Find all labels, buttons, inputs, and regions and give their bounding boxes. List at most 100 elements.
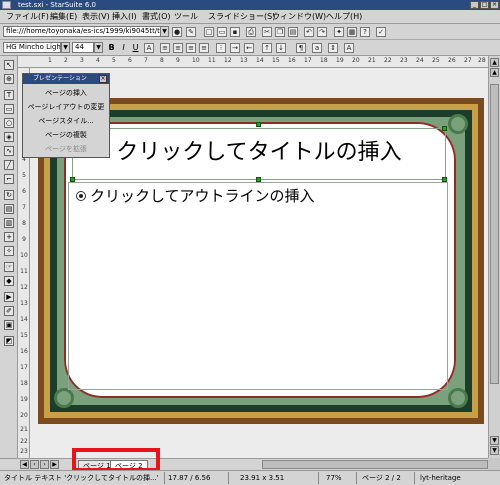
ruler-tick: 24 [416,57,424,64]
connector-tool-icon[interactable]: ⌐ [4,174,14,184]
3d-object-icon[interactable]: ◈ [4,132,14,142]
edit-file-icon[interactable]: ✎ [186,27,196,37]
interaction-icon[interactable]: ☞ [4,262,14,272]
url-dropdown-icon[interactable]: ▼ [160,26,169,37]
highlight-annotation [72,448,160,472]
effects-icon[interactable]: ✧ [4,246,14,256]
redo-icon[interactable]: ↷ [317,27,327,37]
vertical-scrollbar[interactable]: ▲ ▲ ▼ ▼ [488,56,500,458]
last-page-icon[interactable]: ▶ [50,460,59,469]
indent-icon[interactable]: → [230,43,240,53]
scroll-up-icon[interactable]: ▲ [490,68,499,77]
close-icon[interactable]: × [99,75,107,83]
horizontal-ruler[interactable]: 1 2 3 4 5 6 7 8 9 10 11 12 13 14 15 16 1… [18,56,488,68]
ruler-tick: 22 [384,57,392,64]
menu-view[interactable]: 表示(V) [82,10,110,24]
cut-icon[interactable]: ✂ [262,27,272,37]
align-center-icon[interactable]: ≡ [173,43,183,53]
menu-tools[interactable]: ツール [174,10,198,24]
first-page-icon[interactable]: ◀ [20,460,29,469]
eyedropper-icon[interactable]: ✐ [4,306,14,316]
justify-icon[interactable]: ≡ [199,43,209,53]
scroll-thumb[interactable] [490,84,499,384]
open-icon[interactable]: ▭ [217,27,227,37]
select-tool-icon[interactable]: ↖ [4,60,14,70]
maximize-icon[interactable]: □ [480,1,489,9]
curve-tool-icon[interactable]: ∿ [4,146,14,156]
zoom-tool-icon[interactable]: ⊕ [4,74,14,84]
line-tool-icon[interactable]: ╱ [4,160,14,170]
paste-icon[interactable]: ▤ [288,27,298,37]
menu-insert[interactable]: 挿入(I) [112,10,137,24]
menu-file[interactable]: ファイル(F) [6,10,49,24]
slide-title-text[interactable]: クリックしてタイトルの挿入 [72,130,446,176]
bullets-icon[interactable]: ⁝ [216,43,226,53]
ellipse-tool-icon[interactable]: ○ [4,118,14,128]
show-draw-icon[interactable]: ◩ [4,336,14,346]
character-icon[interactable]: a [312,43,322,53]
outline-placeholder[interactable] [68,182,448,390]
bold-button[interactable]: B [106,42,117,53]
3d-effects-icon[interactable]: ◆ [4,276,14,286]
minimize-icon[interactable]: _ [470,1,479,9]
arrange-icon[interactable]: ▥ [4,218,14,228]
menu-edit[interactable]: 編集(E) [50,10,77,24]
horizontal-scrollbar[interactable] [262,460,488,469]
shadow-icon[interactable]: A [144,43,154,53]
modify-layout-item[interactable]: ページレイアウトの変更 [23,100,109,114]
prev-page-icon[interactable]: ‹ [30,460,39,469]
save-icon[interactable]: ▪ [230,27,240,37]
app-icon[interactable] [2,1,11,9]
menu-help[interactable]: ヘルプ(H) [326,10,362,24]
duplicate-page-item[interactable]: ページの複製 [23,128,109,142]
url-field[interactable]: file:///home/toyonaka/es-ics/1999/ki9045… [3,26,161,37]
scroll-down-icon[interactable]: ▼ [490,436,499,445]
undo-icon[interactable]: ↶ [304,27,314,37]
new-doc-icon[interactable]: □ [204,27,214,37]
move-up-icon[interactable]: ↑ [262,43,272,53]
menu-format[interactable]: 書式(O) [142,10,171,24]
paragraph-icon[interactable]: ¶ [296,43,306,53]
ruler-tick: 13 [20,300,28,307]
outdent-icon[interactable]: ← [244,43,254,53]
object-icon[interactable]: ▣ [4,320,14,330]
menu-window[interactable]: ウィンドウ(W) [272,10,326,24]
slide-outline-text[interactable]: クリックしてアウトラインの挿入 [90,185,315,207]
rotate-tool-icon[interactable]: ↻ [4,190,14,200]
insert-page-item[interactable]: ページの挿入 [23,86,109,100]
next-page-icon[interactable]: › [40,460,49,469]
scroll-up-icon[interactable]: ▲ [490,58,499,67]
copy-icon[interactable]: ❐ [275,27,285,37]
font-name-field[interactable]: HG Mincho Light [3,42,61,53]
gallery-icon[interactable]: ▦ [347,27,357,37]
selection-handle[interactable] [256,122,261,127]
help-icon[interactable]: ? [360,27,370,37]
print-icon[interactable]: ⎙ [246,27,256,37]
underline-button[interactable]: U [130,42,141,53]
scroll-down-icon[interactable]: ▼ [490,446,499,455]
status-zoom[interactable]: 77% [326,471,352,485]
popup-title[interactable]: プレゼンテーション [23,74,109,84]
window-title: test.sxi - StarSuite 6.0 [18,1,96,9]
font-size-field[interactable]: 44 [72,42,94,53]
move-down-icon[interactable]: ↓ [276,43,286,53]
close-icon[interactable]: × [490,1,499,9]
rectangle-tool-icon[interactable]: ▭ [4,104,14,114]
stop-icon[interactable]: ● [172,27,182,37]
page-style-item[interactable]: ページスタイル... [23,114,109,128]
align-right-icon[interactable]: ≡ [186,43,196,53]
alignment-icon[interactable]: ▤ [4,204,14,214]
menu-slideshow[interactable]: スライドショー(S) [208,10,275,24]
spacing-icon[interactable]: ⇕ [328,43,338,53]
navigator-icon[interactable]: ✦ [334,27,344,37]
size-dropdown-icon[interactable]: ▼ [94,42,103,53]
insert-icon[interactable]: + [4,232,14,242]
text-tool-icon[interactable]: T [4,90,14,100]
font-dropdown-icon[interactable]: ▼ [61,42,70,53]
text-color-icon[interactable]: A [344,43,354,53]
ruler-tick: 21 [20,426,28,433]
align-left-icon[interactable]: ≡ [160,43,170,53]
slideshow-icon[interactable]: ▶ [4,292,14,302]
italic-button[interactable]: I [118,42,129,53]
spellcheck-icon[interactable]: ✓ [376,27,386,37]
